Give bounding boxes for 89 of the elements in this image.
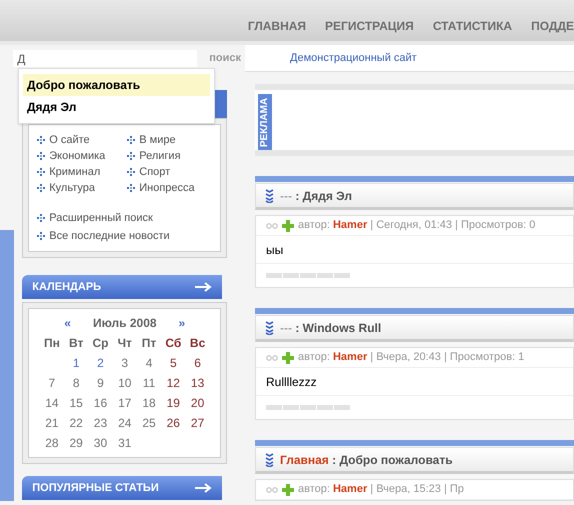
bullet-icon	[127, 168, 136, 176]
suggestion-item[interactable]: Дядя Эл	[23, 96, 210, 118]
calendar-day: 23	[88, 413, 113, 433]
calendar-day: 16	[88, 393, 113, 413]
ad-label: РЕКЛАМА	[258, 94, 272, 150]
calendar-day: 18	[136, 393, 162, 413]
calendar-day: 30	[88, 433, 113, 453]
next-month-link[interactable]: »	[178, 314, 186, 332]
post-meta: автор: Hamer | Вчера, 20:43 | Просмотров: 1	[298, 350, 524, 366]
weekday-label: Вс	[188, 335, 206, 352]
calendar-day: 19	[161, 393, 186, 413]
calendar-day: 31	[112, 433, 137, 453]
calendar-day: 5	[161, 353, 186, 373]
plus-icon[interactable]	[282, 484, 294, 496]
menu-link[interactable]: В мире	[127, 132, 206, 148]
bullet-icon	[37, 214, 46, 222]
bullet-icon	[37, 136, 46, 144]
post-meta: автор: Hamer | Сегодня, 01:43 | Просмотров: 0	[298, 218, 536, 234]
calendar-day: 28	[40, 433, 64, 453]
calendar-day: 9	[88, 373, 113, 393]
plus-icon[interactable]	[282, 352, 294, 364]
day-link[interactable]: 1	[64, 353, 88, 373]
link-icon	[266, 486, 278, 492]
category-link[interactable]: Главная	[280, 452, 329, 466]
weekday-label: Пн	[42, 335, 61, 352]
calendar-day: 17	[112, 393, 137, 413]
weekday-label: Чт	[116, 335, 133, 352]
weekday-label: Вт	[68, 335, 84, 352]
bullet-icon	[37, 152, 46, 160]
bullet-icon	[37, 168, 46, 176]
menu-link[interactable]: Религия	[127, 148, 206, 164]
bullet-icon	[127, 152, 136, 160]
bullet-icon	[37, 184, 46, 192]
calendar-day: 6	[185, 353, 210, 373]
post-meta: автор: Hamer | Вчера, 15:23 | Пр	[298, 482, 464, 498]
plus-icon[interactable]	[282, 220, 294, 232]
calendar-day: 8	[64, 373, 88, 393]
link-icon	[266, 222, 278, 228]
post-title: --- : Дядя Эл	[280, 188, 352, 204]
weekday-label: Сб	[164, 335, 182, 352]
menu-link[interactable]: Экономика	[37, 148, 116, 164]
calendar-day: 4	[136, 353, 162, 373]
calendar-day: 29	[64, 433, 88, 453]
calendar-day: 7	[40, 373, 64, 393]
day-link[interactable]: 2	[88, 353, 113, 373]
arrow-icon	[194, 483, 212, 493]
suggestion-item[interactable]: Добро пожаловать	[23, 74, 210, 96]
post-body: Rullllezzz	[256, 368, 573, 396]
menu-link[interactable]: Все последние новости	[37, 228, 220, 244]
bullet-icon	[37, 232, 46, 240]
previous-month-link[interactable]: «	[64, 314, 71, 332]
calendar-day: 3	[112, 353, 137, 373]
rating-bar-icon	[266, 273, 350, 278]
menu-link[interactable]: Расширенный поиск	[37, 210, 220, 226]
calendar-day: 14	[40, 393, 64, 413]
post-body: ыы	[256, 236, 573, 264]
calendar-day: 20	[185, 393, 210, 413]
link-icon	[266, 354, 278, 360]
weekday-label: Пт	[140, 335, 158, 352]
calendar-day: 25	[136, 413, 162, 433]
menu-link[interactable]: Криминал	[37, 164, 116, 180]
weekday-label: Ср	[91, 335, 110, 352]
calendar-day: 27	[185, 413, 210, 433]
month-title: Июль 2008	[92, 315, 157, 332]
calendar-day: 21	[40, 413, 64, 433]
calendar-day: 13	[185, 373, 210, 393]
bullet-icon	[127, 184, 136, 192]
stack-icon	[265, 452, 274, 466]
menu-link[interactable]: О сайте	[37, 132, 116, 148]
post-title: Главная : Добро пожаловать	[280, 452, 453, 468]
calendar-day: 15	[64, 393, 88, 413]
stack-icon	[265, 188, 274, 202]
menu-link[interactable]: Культура	[37, 180, 116, 196]
calendar-day: 24	[112, 413, 137, 433]
arrow-icon	[194, 282, 212, 292]
rating-bar-icon	[266, 405, 350, 410]
bullet-icon	[127, 136, 136, 144]
block-title: ПОПУЛЯРНЫЕ СТАТЬИ	[32, 480, 159, 496]
calendar-day: 26	[161, 413, 186, 433]
stack-icon	[265, 320, 274, 334]
calendar-day: 12	[161, 373, 186, 393]
post-title: --- : Windows Rull	[280, 320, 382, 336]
calendar-day: 11	[136, 373, 162, 393]
search-field[interactable]: Д	[13, 50, 198, 67]
menu-link[interactable]: Инопресса	[127, 180, 206, 196]
calendar-day: 10	[112, 373, 137, 393]
calendar-day: 22	[64, 413, 88, 433]
menu-link[interactable]: Спорт	[127, 164, 206, 180]
block-title: КАЛЕНДАРЬ	[32, 280, 102, 295]
